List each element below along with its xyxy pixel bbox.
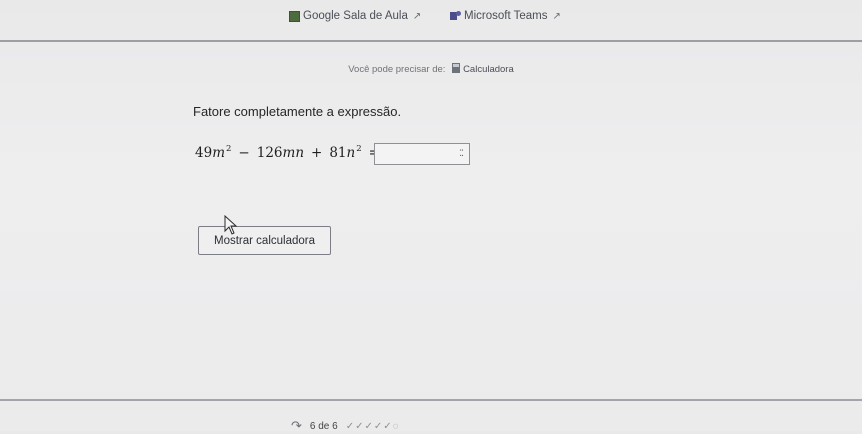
answer-input[interactable]: ⁚⁚ xyxy=(374,143,470,165)
calculator-hint: Você pode precisar de: Calculadora xyxy=(0,63,862,75)
footer-divider xyxy=(0,399,862,401)
header-divider xyxy=(0,40,862,42)
microsoft-teams-label: Microsoft Teams xyxy=(464,10,548,22)
retry-arrow-icon[interactable]: ↷ xyxy=(291,418,302,434)
external-link-icon: ↗ xyxy=(552,10,561,22)
microsoft-teams-link[interactable]: Microsoft Teams ↗ xyxy=(450,10,561,22)
calculator-link[interactable]: Calculadora xyxy=(448,63,514,75)
google-classroom-label: Google Sala de Aula xyxy=(303,10,408,22)
operator-minus: − xyxy=(238,145,250,161)
hint-text: Você pode precisar de: xyxy=(348,64,446,75)
term-2: 126mn xyxy=(256,145,305,161)
math-expression: 49m2 − 126mn + 81n2 = xyxy=(195,144,387,161)
progress-text: 6 de 6 xyxy=(309,420,338,432)
operator-plus: + xyxy=(311,145,323,161)
top-bar: Google Sala de Aula ↗ Microsoft Teams ↗ xyxy=(0,0,862,40)
google-classroom-icon xyxy=(289,10,300,22)
term-3: 81n2 xyxy=(329,144,362,161)
microsoft-teams-icon xyxy=(450,11,461,21)
question-prompt: Fatore completamente a expressão. xyxy=(193,104,402,119)
external-link-icon: ↗ xyxy=(412,10,422,22)
term-1: 49m2 xyxy=(195,144,232,161)
calculator-link-label: Calculadora xyxy=(463,64,514,75)
google-classroom-link[interactable]: Google Sala de Aula ↗ xyxy=(289,10,421,22)
math-keypad-icon[interactable]: ⁚⁚ xyxy=(459,149,464,158)
show-calculator-button[interactable]: Mostrar calculadora xyxy=(198,226,331,255)
calculator-icon xyxy=(452,63,461,73)
progress-dots-icon: ✓✓✓✓✓◌ xyxy=(345,420,400,432)
pagination: ↷ 6 de 6 ✓✓✓✓✓◌ xyxy=(291,418,400,434)
